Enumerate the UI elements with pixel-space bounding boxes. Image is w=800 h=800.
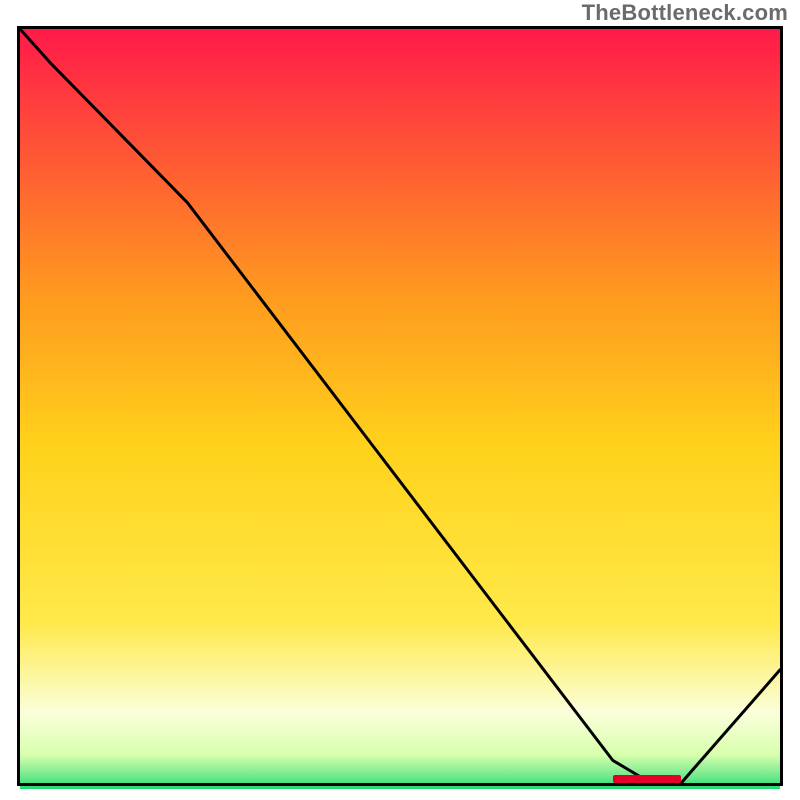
chart-frame	[17, 26, 783, 786]
watermark-text: TheBottleneck.com	[582, 0, 788, 26]
chart-border	[17, 26, 783, 786]
page-root: TheBottleneck.com	[0, 0, 800, 800]
